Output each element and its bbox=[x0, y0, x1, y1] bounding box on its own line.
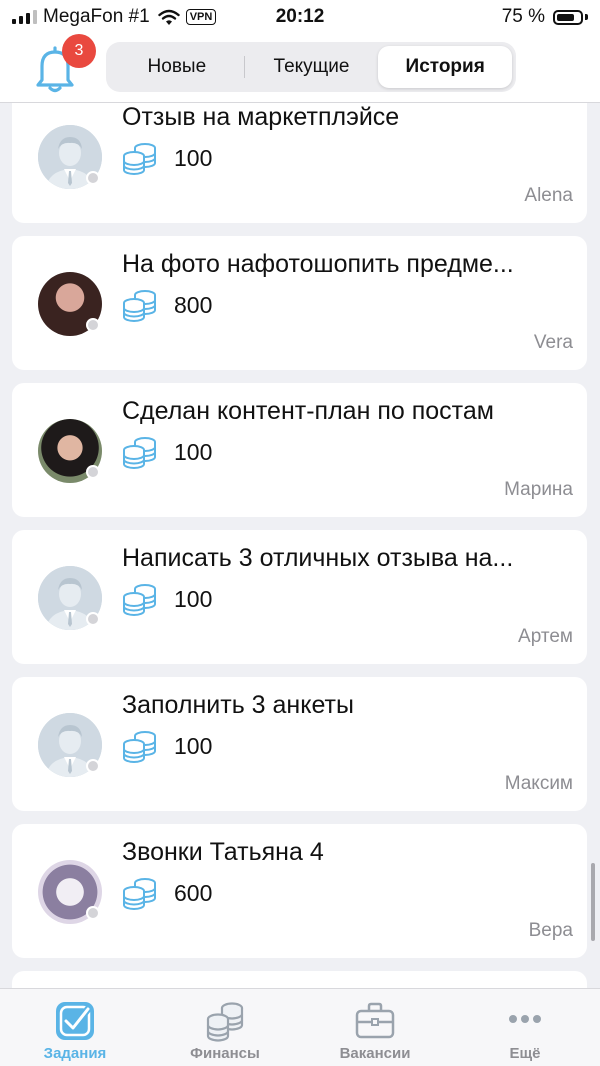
coins-icon bbox=[122, 141, 158, 175]
battery-nub bbox=[585, 14, 588, 20]
task-card[interactable]: Звонки Татьяна 4 600 Вера bbox=[12, 824, 587, 958]
task-author: Вера bbox=[528, 920, 573, 941]
tab-vacancies[interactable]: Вакансии bbox=[300, 989, 450, 1066]
task-card[interactable]: На фото нафотошопить предме... 800 Vera bbox=[12, 236, 587, 370]
status-bar: MegaFon #1 VPN 20:12 75 % bbox=[0, 0, 600, 34]
task-reward: 100 bbox=[174, 733, 213, 759]
tab-current[interactable]: Текущие bbox=[245, 46, 379, 88]
tab-bar: Задания Финансы Вакансии Ещё bbox=[0, 988, 600, 1066]
battery-fill bbox=[557, 13, 574, 21]
task-title: На фото нафотошопить предме... bbox=[122, 250, 514, 278]
tab-more[interactable]: Ещё bbox=[450, 989, 600, 1066]
task-author: Максим bbox=[504, 773, 573, 794]
tab-tasks-label: Задания bbox=[43, 1045, 107, 1062]
task-card[interactable]: Отзыв на маркетплэйсе 100 Alena bbox=[12, 103, 587, 223]
coins-icon bbox=[122, 288, 158, 322]
task-title: Заполнить 3 анкеты bbox=[122, 691, 354, 719]
task-reward: 100 bbox=[174, 586, 213, 612]
presence-dot bbox=[86, 318, 100, 332]
task-author: Марина bbox=[504, 479, 573, 500]
coins-icon bbox=[206, 1002, 244, 1042]
battery-icon bbox=[553, 9, 583, 25]
tab-more-label: Ещё bbox=[509, 1045, 541, 1062]
presence-dot bbox=[86, 612, 100, 626]
battery-percent: 75 % bbox=[501, 6, 545, 27]
coins-icon bbox=[122, 729, 158, 763]
task-author: Alena bbox=[524, 185, 573, 206]
task-reward: 600 bbox=[174, 880, 213, 906]
briefcase-icon bbox=[355, 1002, 395, 1039]
task-author: Артем bbox=[518, 626, 573, 647]
task-author: Vera bbox=[533, 332, 573, 353]
presence-dot bbox=[86, 465, 100, 479]
task-card[interactable] bbox=[12, 971, 587, 988]
presence-dot bbox=[86, 906, 100, 920]
coins-icon bbox=[122, 876, 158, 910]
tab-finance-label: Финансы bbox=[190, 1045, 260, 1062]
header: 3 Новые Текущие История bbox=[0, 34, 600, 103]
task-card[interactable]: Заполнить 3 анкеты 100 Максим bbox=[12, 677, 587, 811]
presence-dot bbox=[86, 759, 100, 773]
coins-icon bbox=[122, 582, 158, 616]
task-reward: 100 bbox=[174, 145, 213, 171]
coins-icon bbox=[122, 435, 158, 469]
tab-vacancies-label: Вакансии bbox=[339, 1045, 411, 1062]
task-reward: 100 bbox=[174, 439, 213, 465]
notification-badge: 3 bbox=[62, 34, 96, 68]
status-right: 75 % bbox=[502, 6, 588, 28]
tab-finance[interactable]: Финансы bbox=[150, 989, 300, 1066]
scrollbar[interactable] bbox=[591, 863, 595, 941]
task-card[interactable]: Сделан контент-план по постам 100 Марина bbox=[12, 383, 587, 517]
task-title: Отзыв на маркетплэйсе bbox=[122, 103, 400, 131]
more-icon bbox=[509, 1015, 541, 1023]
task-title: Звонки Татьяна 4 bbox=[122, 838, 324, 866]
task-reward: 800 bbox=[174, 292, 213, 318]
task-title: Сделан контент-план по постам bbox=[122, 397, 494, 425]
tab-history[interactable]: История bbox=[378, 46, 513, 88]
tasks-icon bbox=[56, 1002, 94, 1040]
segmented-control: Новые Текущие История bbox=[106, 42, 516, 92]
task-list[interactable]: Отзыв на маркетплэйсе 100 Alena На фото наф… bbox=[0, 103, 600, 988]
task-title: Написать 3 отличных отзыва на... bbox=[122, 544, 514, 572]
presence-dot bbox=[86, 171, 100, 185]
tab-new[interactable]: Новые bbox=[110, 46, 244, 88]
tab-tasks[interactable]: Задания bbox=[0, 989, 150, 1066]
task-card[interactable]: Написать 3 отличных отзыва на... 100 Артем bbox=[12, 530, 587, 664]
